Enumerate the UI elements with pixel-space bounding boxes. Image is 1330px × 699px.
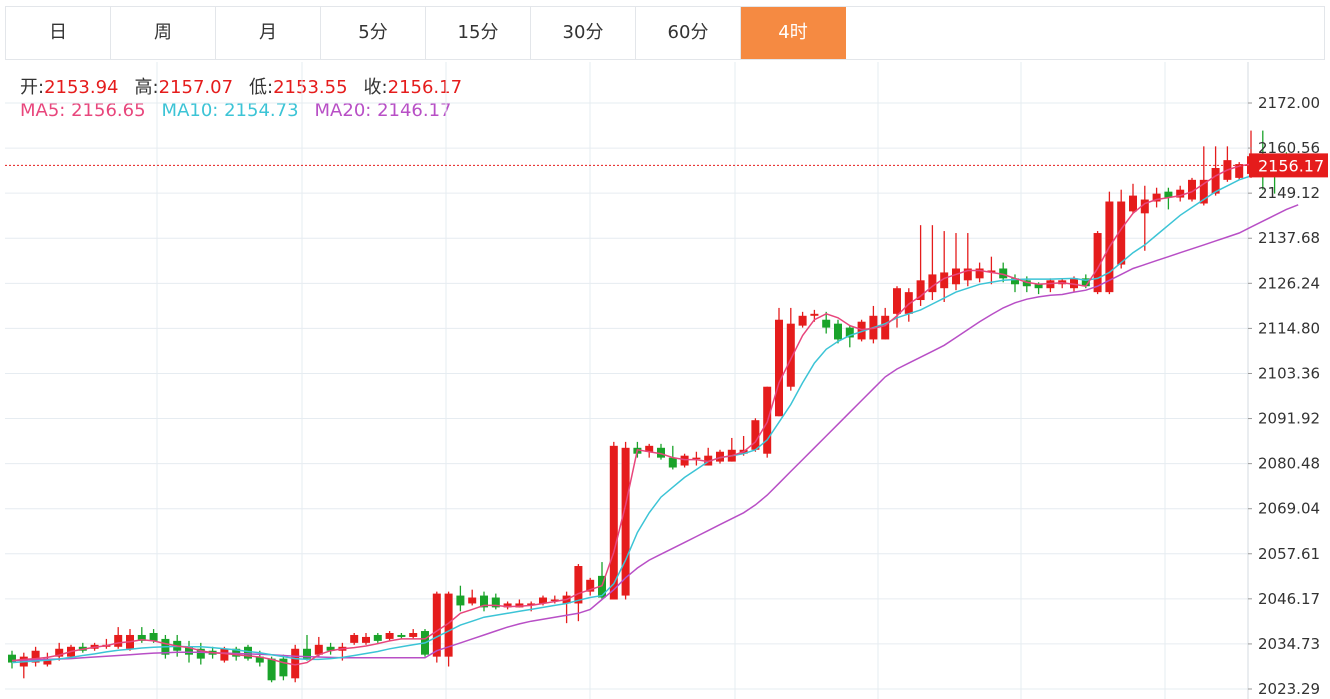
- candle-66: [786, 307, 795, 391]
- y-tick-label-8: 2080.48: [1258, 455, 1320, 473]
- candle-body-30: [362, 636, 370, 643]
- candle-body-66: [786, 323, 795, 387]
- candle-body-34: [409, 633, 418, 637]
- candle-75: [893, 286, 901, 328]
- chart-grid: [5, 62, 1249, 699]
- candle-body-24: [291, 648, 300, 679]
- candle-49: [586, 577, 595, 596]
- candle-103: [1223, 146, 1232, 182]
- y-tick-label-4: 2126.24: [1258, 274, 1320, 292]
- candle-body-80: [952, 268, 960, 285]
- candle-body-57: [680, 455, 689, 466]
- candle-55: [657, 443, 665, 460]
- candle-83: [987, 256, 996, 285]
- candle-47: [562, 591, 571, 624]
- candle-34: [409, 629, 418, 639]
- candle-96: [1140, 185, 1149, 251]
- candle-51: [609, 441, 618, 600]
- candle-body-95: [1129, 195, 1137, 212]
- y-tick-label-5: 2114.80: [1258, 319, 1320, 337]
- current-price-marker: 2156.17: [5, 153, 1328, 178]
- candle-81: [963, 233, 972, 287]
- candle-2: [31, 646, 40, 667]
- candle-body-12: [149, 633, 158, 641]
- candle-95: [1129, 183, 1137, 214]
- candle-30: [362, 633, 370, 645]
- candle-104: [1235, 162, 1244, 180]
- candle-body-75: [893, 288, 901, 314]
- candle-body-29: [350, 634, 359, 643]
- candle-27: [326, 642, 335, 655]
- candle-body-68: [810, 313, 819, 316]
- ma10-line: [11, 169, 1299, 664]
- candle-29: [350, 633, 359, 645]
- y-tick-label-13: 2023.29: [1258, 680, 1320, 698]
- candle-41: [491, 593, 500, 610]
- candle-body-48: [574, 566, 583, 604]
- candle-body-39: [468, 597, 477, 604]
- candle-9: [114, 627, 123, 649]
- price-axis: 2172.002160.562149.122137.682126.242114.…: [1248, 94, 1320, 698]
- candle-body-32: [385, 633, 394, 639]
- candle-body-0: [8, 654, 16, 663]
- candle-65: [775, 307, 783, 417]
- candle-body-9: [114, 634, 123, 647]
- y-tick-label-12: 2034.73: [1258, 635, 1320, 653]
- y-tick-label-6: 2103.36: [1258, 364, 1320, 382]
- candle-99: [1176, 185, 1185, 202]
- candles: [8, 130, 1303, 683]
- candle-body-18: [220, 648, 229, 661]
- candle-97: [1152, 187, 1161, 208]
- candle-body-56: [668, 457, 677, 468]
- candle-101: [1199, 146, 1208, 206]
- candle-body-33: [397, 634, 406, 637]
- candle-33: [397, 633, 406, 639]
- candle-body-36: [432, 593, 441, 657]
- y-tick-label-9: 2069.04: [1258, 500, 1320, 518]
- candle-body-38: [456, 595, 465, 606]
- candle-20: [244, 644, 252, 661]
- candle-88: [1046, 278, 1055, 293]
- candle-1: [19, 652, 28, 679]
- candle-102: [1211, 146, 1220, 196]
- candle-84: [999, 262, 1008, 283]
- candle-body-65: [775, 319, 783, 417]
- candle-32: [385, 631, 394, 641]
- candle-79: [940, 231, 949, 302]
- y-tick-label-11: 2046.17: [1258, 590, 1320, 608]
- y-tick-label-7: 2091.92: [1258, 410, 1320, 428]
- candle-31: [373, 633, 382, 643]
- candle-57: [680, 453, 689, 468]
- candle-10: [126, 629, 134, 651]
- candle-38: [456, 585, 465, 612]
- candle-39: [468, 589, 477, 606]
- candle-24: [291, 644, 300, 683]
- candle-body-31: [373, 634, 382, 641]
- candle-body-63: [751, 420, 760, 450]
- candle-body-74: [881, 315, 890, 340]
- y-tick-label-10: 2057.61: [1258, 545, 1320, 563]
- candle-body-69: [822, 319, 831, 328]
- candle-body-70: [834, 323, 842, 340]
- candle-body-52: [621, 447, 630, 596]
- candle-50: [598, 562, 606, 600]
- candle-body-67: [798, 315, 807, 326]
- candle-body-22: [267, 658, 276, 681]
- candle-80: [952, 233, 960, 291]
- y-tick-label-2: 2149.12: [1258, 184, 1320, 202]
- ma20-line: [11, 204, 1299, 662]
- candle-82: [975, 262, 984, 283]
- y-tick-label-3: 2137.68: [1258, 229, 1320, 247]
- candle-23: [279, 654, 288, 681]
- current-price-label: 2156.17: [1258, 156, 1324, 175]
- y-tick-label-0: 2172.00: [1258, 94, 1320, 112]
- candle-67: [798, 311, 807, 328]
- candle-40: [480, 591, 488, 612]
- candle-42: [503, 601, 512, 610]
- candle-73: [869, 305, 878, 344]
- candlestick-chart[interactable]: 2172.002160.562149.122137.682126.242114.…: [0, 0, 1330, 699]
